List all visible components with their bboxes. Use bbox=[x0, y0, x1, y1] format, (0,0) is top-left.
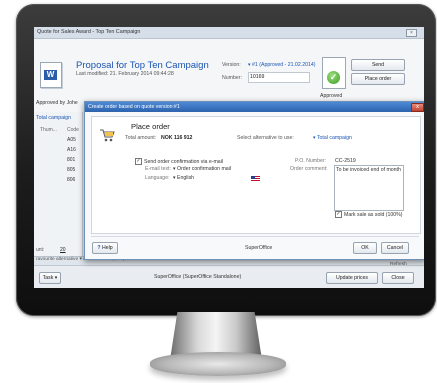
language-label: Language: bbox=[145, 175, 170, 181]
table-row[interactable]: 805 bbox=[67, 167, 75, 173]
po-number-label: P.O. Number: bbox=[295, 158, 327, 164]
status-text: SuperOffice (SuperOffice Standalone) bbox=[154, 274, 242, 280]
email-text-label: E-mail text: bbox=[145, 166, 171, 172]
order-comment-value: To be invoiced end of month bbox=[336, 167, 401, 173]
create-order-dialog: Create order based on quote version:#1 x… bbox=[84, 101, 424, 260]
window-title: Quote for Sales Award - Top Ten Campaign bbox=[37, 29, 141, 35]
monitor-stand-base bbox=[150, 352, 286, 376]
word-document-icon: W bbox=[40, 62, 62, 88]
table-row[interactable]: A16 bbox=[67, 147, 76, 153]
alternative-select[interactable]: ▾ Total campaign bbox=[313, 135, 352, 141]
approved-by: Approved by Johe bbox=[36, 100, 78, 106]
send-button[interactable]: Send bbox=[351, 59, 405, 71]
checkbox-checked-icon[interactable]: ✓ bbox=[335, 211, 342, 218]
table-row[interactable]: 806 bbox=[67, 177, 75, 183]
send-confirmation-checkbox[interactable]: ✓ Send order confirmation via e-mail bbox=[135, 158, 223, 165]
number-value: 10169 bbox=[250, 74, 265, 80]
column-header-code[interactable]: Code bbox=[67, 127, 79, 133]
count-value[interactable]: 20 bbox=[60, 247, 66, 253]
shopping-cart-icon bbox=[100, 129, 115, 142]
dialog-heading: Place order bbox=[131, 122, 170, 131]
us-flag-icon bbox=[251, 176, 260, 182]
approved-label: Approved bbox=[320, 93, 343, 99]
number-label: Number: bbox=[222, 75, 242, 81]
help-button[interactable]: ? Help bbox=[92, 242, 118, 254]
email-text-select[interactable]: ▾ Order confirmation mail bbox=[173, 166, 231, 172]
table-row[interactable]: 801 bbox=[67, 157, 75, 163]
version-label: Version: bbox=[222, 62, 241, 68]
last-modified: Last modified: 21. February 2014 09:44:2… bbox=[76, 71, 174, 77]
language-select[interactable]: ▾ English bbox=[173, 175, 194, 181]
column-header-thumbnail[interactable]: Thum... bbox=[40, 127, 57, 133]
count-label: unt: bbox=[36, 247, 45, 253]
help-icon: ? bbox=[97, 245, 101, 251]
total-amount-value: NOK 116 912 bbox=[161, 135, 193, 141]
version-dropdown[interactable]: ▾ #1 (Approved - 21.02.2014) bbox=[248, 62, 316, 68]
cancel-button[interactable]: Cancel bbox=[381, 242, 409, 254]
total-amount-label: Total amount: bbox=[125, 135, 157, 141]
mark-sold-checkbox[interactable]: ✓ Mark sale as sold (100%) bbox=[335, 211, 403, 218]
table-row[interactable]: A05 bbox=[67, 137, 76, 143]
close-button[interactable]: Close bbox=[382, 272, 414, 284]
order-comment-label: Order comment: bbox=[290, 166, 328, 172]
superoffice-brand: SuperOffice bbox=[245, 245, 273, 251]
dialog-close-button[interactable]: x bbox=[411, 103, 424, 112]
dialog-divider bbox=[91, 236, 419, 237]
place-order-button[interactable]: Place order bbox=[351, 73, 405, 85]
send-confirmation-label: Send order confirmation via e-mail bbox=[144, 158, 224, 165]
screen: Quote for Sales Award - Top Ten Campaign… bbox=[34, 27, 424, 288]
alternative-select-label: Select alternative to use: bbox=[237, 135, 294, 141]
mark-sold-label: Mark sale as sold (100%) bbox=[344, 211, 403, 218]
proposal-title[interactable]: Proposal for Top Ten Campaign bbox=[76, 60, 209, 71]
help-label: Help bbox=[101, 245, 113, 251]
tab-total-campaign[interactable]: Total campaign bbox=[36, 115, 71, 121]
task-button[interactable]: Task ▾ bbox=[39, 272, 61, 284]
approved-check-icon: ✓ bbox=[327, 71, 340, 84]
update-prices-button[interactable]: Update prices bbox=[326, 272, 378, 284]
ok-button[interactable]: OK bbox=[353, 242, 377, 254]
window-close-button[interactable]: × bbox=[406, 29, 417, 37]
checkbox-checked-icon[interactable]: ✓ bbox=[135, 158, 142, 165]
po-number-field[interactable]: CC-2519 bbox=[335, 158, 356, 164]
dialog-title: Create order based on quote version:#1 bbox=[88, 104, 180, 110]
